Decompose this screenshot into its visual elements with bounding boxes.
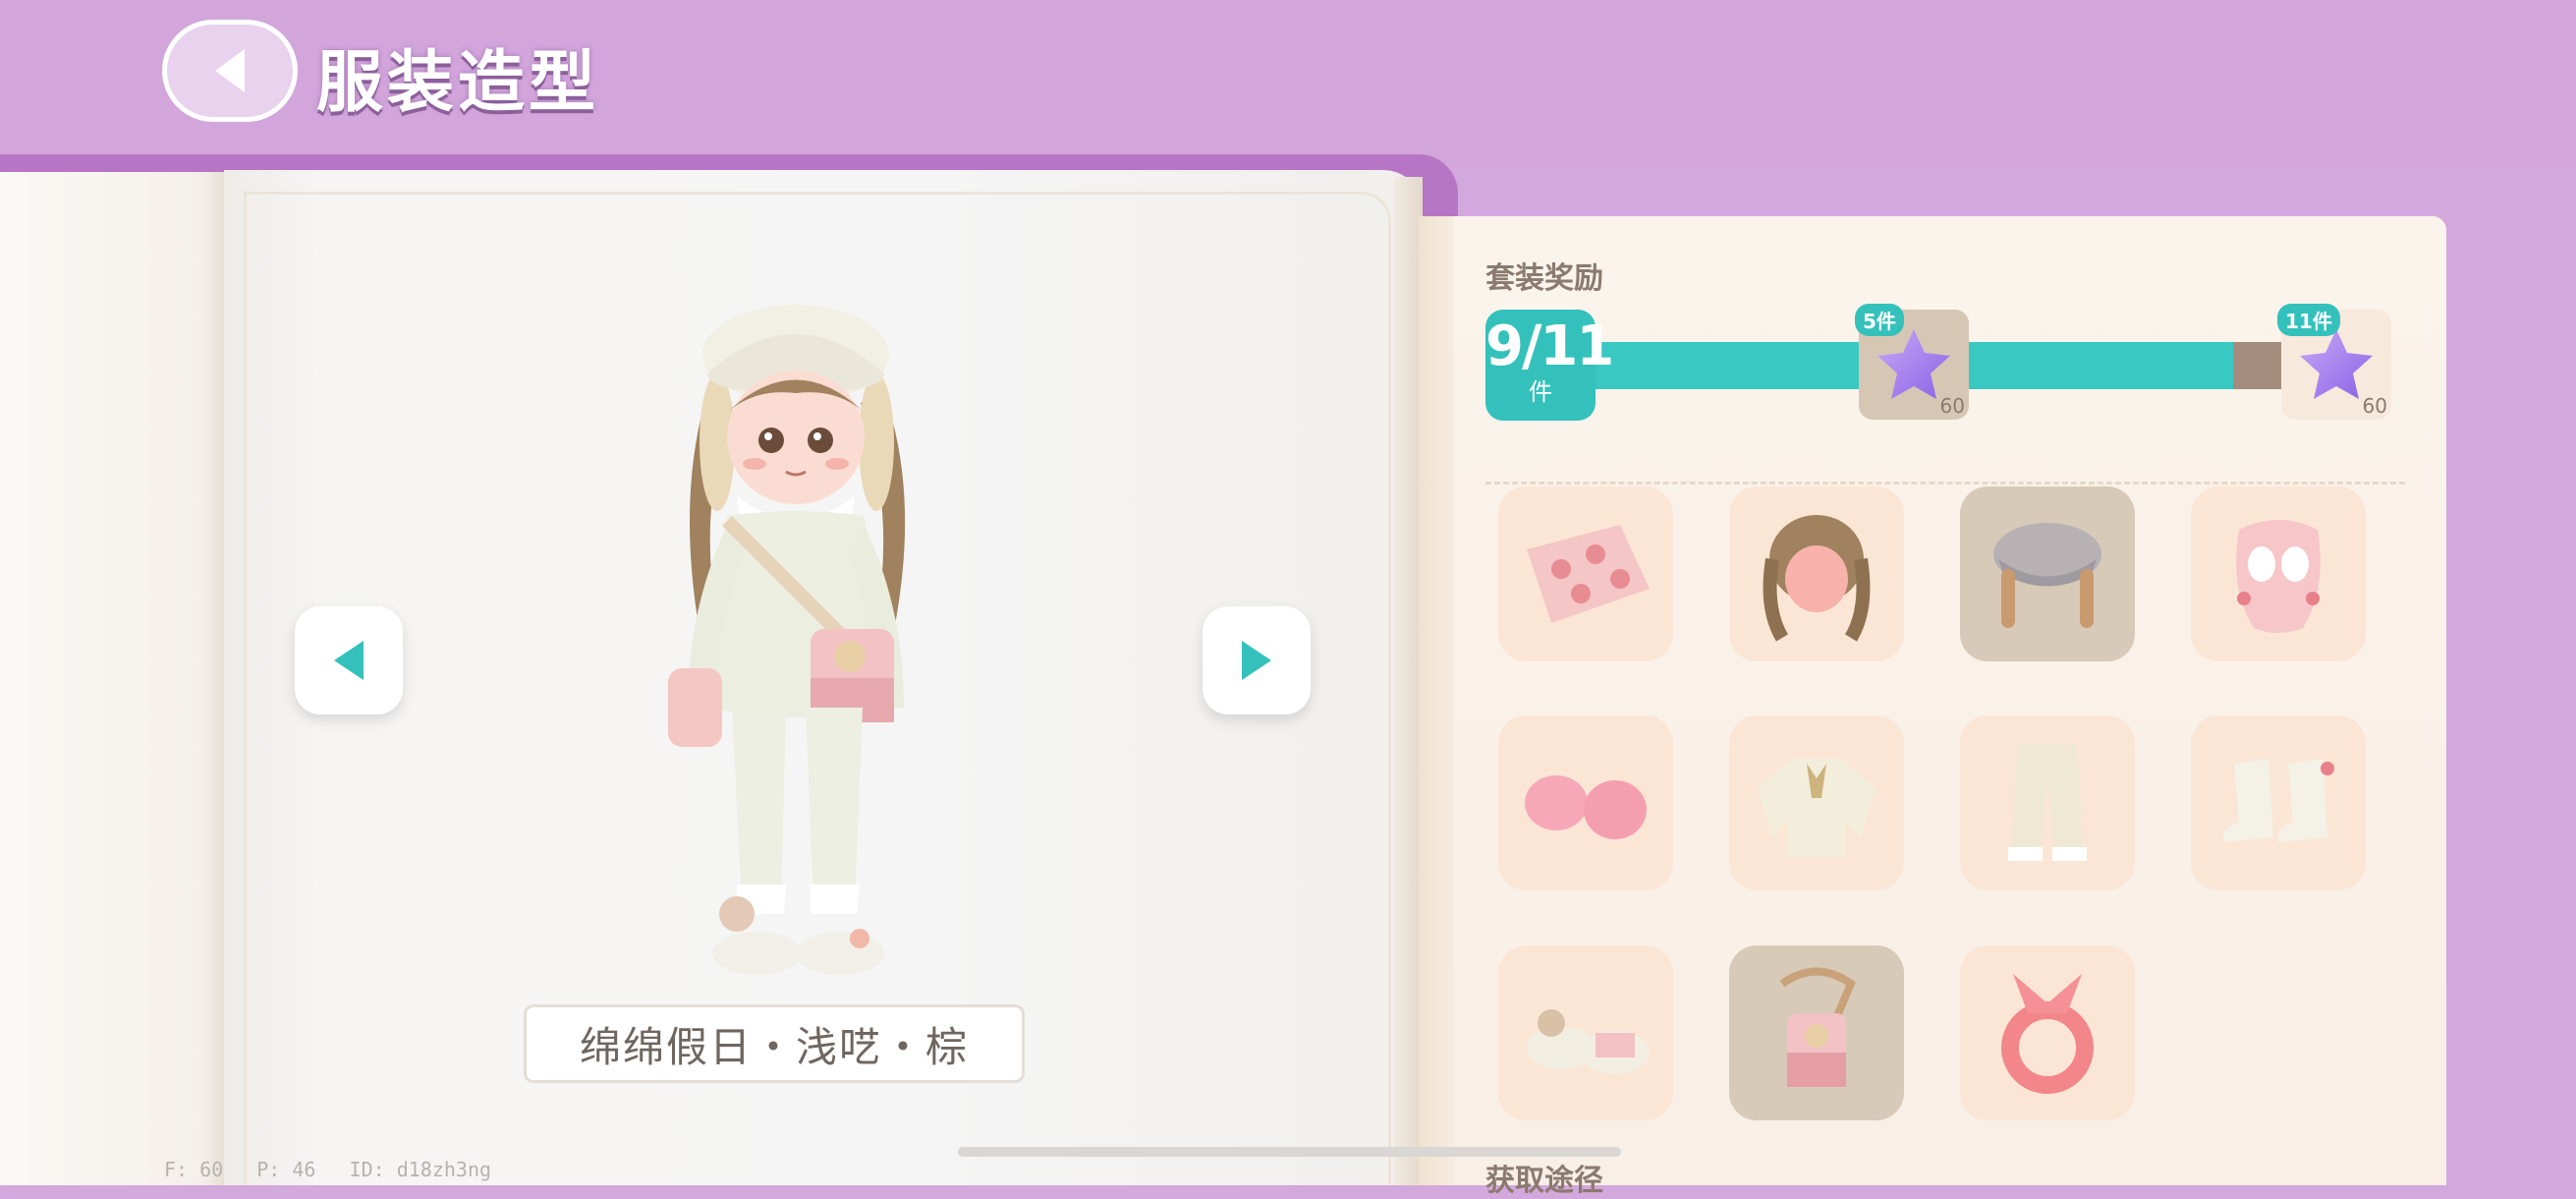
back-button[interactable] <box>162 20 298 122</box>
boots-icon <box>2223 759 2334 842</box>
item-slot[interactable] <box>1960 715 2135 890</box>
page-title: 服装造型 <box>316 44 600 122</box>
item-slot[interactable] <box>1729 486 1904 661</box>
ping-readout: P: 46 <box>256 1158 316 1181</box>
milestone-qty: 60 <box>1939 394 1965 418</box>
item-slot[interactable] <box>1960 945 2135 1120</box>
debug-info: F: 60 P: 46 ID: d18zh3ng <box>164 1158 513 1181</box>
mask-icon <box>2236 520 2321 633</box>
section-divider <box>1485 482 2405 485</box>
milestone-reward-11[interactable]: 11件 60 <box>2277 304 2391 420</box>
home-indicator[interactable] <box>958 1147 1621 1157</box>
item-slot[interactable] <box>1729 715 1904 890</box>
obtain-method-title: 获取途径 <box>1485 1164 1603 1198</box>
milestone-tag: 5件 <box>1855 304 1904 336</box>
book-left-page <box>0 172 226 1185</box>
milestone-tag: 11件 <box>2277 304 2340 336</box>
bonnet-icon <box>1993 523 2101 628</box>
item-slot[interactable] <box>1729 945 1904 1120</box>
previous-outfit-button[interactable] <box>295 606 403 714</box>
outfit-name-label: 绵绵假日・浅呓・棕 <box>524 1004 1025 1083</box>
chevron-left-icon <box>215 49 245 92</box>
panel-gutter <box>1419 216 1454 1185</box>
arrow-left-icon <box>334 641 364 680</box>
item-slot[interactable] <box>1498 486 1673 661</box>
item-slot[interactable] <box>2191 715 2366 890</box>
blanket-icon <box>1527 525 1650 623</box>
arrow-right-icon <box>1242 641 1271 680</box>
milestone-reward-5[interactable]: 5件 60 <box>1855 304 1969 420</box>
collected-count: 9/11 <box>1485 314 1614 378</box>
fps-readout: F: 60 <box>164 1158 224 1181</box>
earmuffs-icon <box>1525 775 1647 839</box>
scrunchie-icon <box>2001 974 2094 1094</box>
next-outfit-button[interactable] <box>1203 606 1311 714</box>
pants-icon <box>2008 744 2087 861</box>
item-slot[interactable] <box>1498 715 1673 890</box>
blouse-icon <box>1758 759 1876 857</box>
set-reward-title: 套装奖励 <box>1485 261 1603 296</box>
user-id-readout: ID: d18zh3ng <box>349 1158 492 1181</box>
item-slot[interactable] <box>1960 486 2135 661</box>
milestone-qty: 60 <box>2362 394 2387 418</box>
slippers-icon <box>1527 1009 1650 1074</box>
character-model[interactable] <box>639 295 953 983</box>
item-slot[interactable] <box>2191 486 2366 661</box>
collected-count-badge: 9/11 件 <box>1485 310 1614 421</box>
bag-icon <box>1779 967 1856 1087</box>
item-slot[interactable] <box>1498 945 1673 1120</box>
collected-unit: 件 <box>1529 378 1552 406</box>
hair-icon <box>1763 515 1871 642</box>
